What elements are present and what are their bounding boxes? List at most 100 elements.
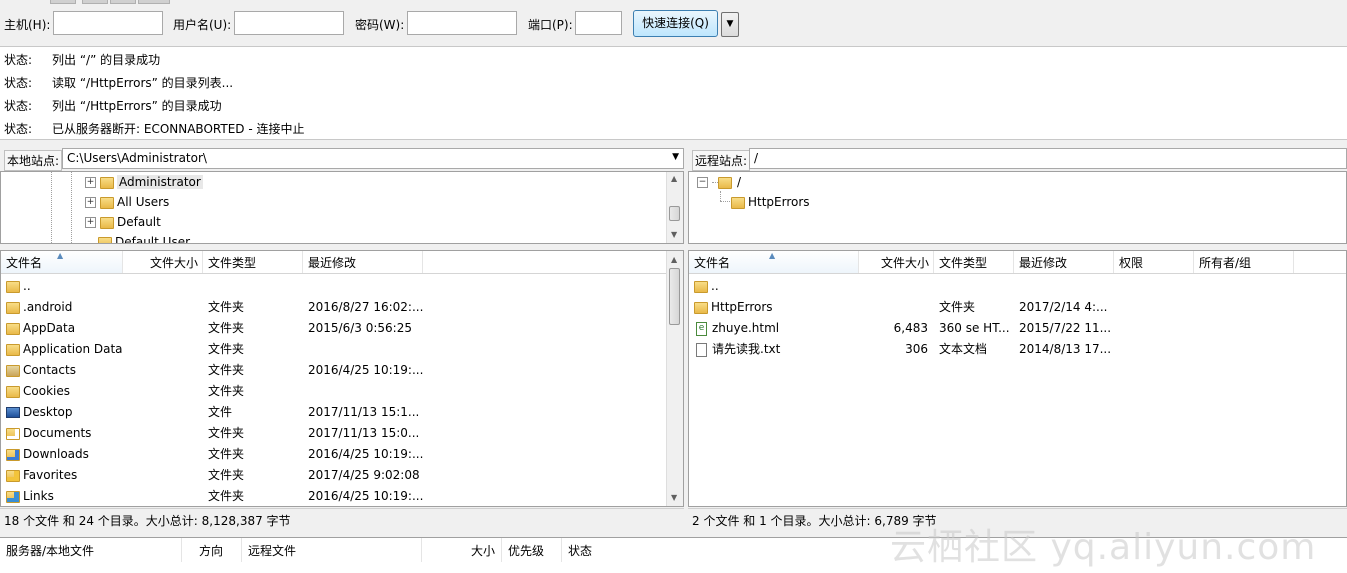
column-header-filesize[interactable]: 文件大小	[859, 251, 934, 273]
chevron-down-icon: ▼	[726, 19, 734, 29]
file-modified-cell: 2017/2/14 4:...	[1019, 300, 1108, 314]
message-log[interactable]: 状态: 列出 “/” 的目录成功 状态: 读取 “/HttpErrors” 的目录列…	[0, 47, 1347, 140]
tree-item[interactable]: + All Users	[85, 193, 169, 211]
queue-header-status[interactable]: 状态	[562, 538, 682, 562]
tree-item[interactable]: − /	[697, 173, 743, 191]
local-site-path-combo[interactable]: C:\Users\Administrator\ ▼	[62, 148, 684, 169]
column-header-filetype[interactable]: 文件类型	[934, 251, 1014, 273]
remote-tree[interactable]: − / HttpErrors	[688, 171, 1347, 244]
file-row[interactable]: 请先读我.txt 306 文本文档 2014/8/13 17...	[689, 339, 1346, 360]
quickconnect-button[interactable]: 快速连接(Q)	[633, 10, 718, 37]
folder-icon	[6, 322, 20, 335]
tree-item[interactable]: HttpErrors	[731, 193, 810, 211]
column-header-filename[interactable]: 文件名 ▲	[1, 251, 123, 273]
file-row[interactable]: Application Data 文件夹	[1, 339, 683, 360]
file-modified-cell: 2016/4/25 10:19:...	[308, 489, 423, 503]
links-folder-icon	[6, 490, 20, 503]
scroll-down-icon[interactable]: ▼	[671, 493, 677, 502]
port-input[interactable]	[575, 11, 622, 35]
scroll-up-icon[interactable]: ▲	[671, 174, 677, 183]
file-modified-cell: 2016/4/25 10:19:...	[308, 363, 423, 377]
quickconnect-dropdown-button[interactable]: ▼	[721, 12, 739, 37]
file-type-cell: 文件夹	[208, 489, 245, 503]
toolbar-tab-3[interactable]	[110, 0, 136, 4]
column-header-filetype[interactable]: 文件类型	[203, 251, 303, 273]
expand-icon[interactable]: +	[85, 197, 96, 208]
column-header-modified[interactable]: 最近修改	[303, 251, 423, 273]
file-size-cell: 306	[905, 342, 928, 356]
remote-file-list[interactable]: 文件名 ▲ 文件大小 文件类型 最近修改 权限 所有者/组 .. HttpError…	[688, 250, 1347, 507]
column-header-owner-group[interactable]: 所有者/组	[1194, 251, 1294, 273]
html-file-icon: e	[696, 321, 707, 336]
toolbar-tab-1[interactable]	[50, 0, 76, 4]
username-input[interactable]	[234, 11, 344, 35]
file-modified-cell: 2016/4/25 10:19:...	[308, 447, 423, 461]
chevron-down-icon[interactable]: ▼	[672, 152, 679, 162]
file-row[interactable]: HttpErrors 文件夹 2017/2/14 4:...	[689, 297, 1346, 318]
file-row[interactable]: .android 文件夹 2016/8/27 16:02:...	[1, 297, 683, 318]
file-type-cell: 360 se HT...	[939, 321, 1010, 335]
file-modified-cell: 2014/8/13 17...	[1019, 342, 1112, 356]
toolbar-tab-2[interactable]	[82, 0, 108, 4]
tree-item[interactable]: + Default	[85, 213, 161, 231]
scroll-down-icon[interactable]: ▼	[671, 230, 677, 239]
file-row[interactable]: e zhuye.html 6,483 360 se HT... 2015/7/22 11…	[689, 318, 1346, 339]
file-row[interactable]: Downloads 文件夹 2016/4/25 10:19:...	[1, 444, 683, 465]
downloads-folder-icon	[6, 448, 20, 461]
log-line: 状态: 读取 “/HttpErrors” 的目录列表...	[4, 74, 233, 91]
password-input[interactable]	[407, 11, 517, 35]
column-header-filesize[interactable]: 文件大小	[123, 251, 203, 273]
scroll-up-icon[interactable]: ▲	[671, 255, 677, 264]
favorites-folder-icon	[6, 469, 20, 482]
file-type-cell: 文件夹	[208, 426, 245, 440]
tree-item-label: All Users	[117, 195, 170, 209]
file-row[interactable]: Desktop 文件 2017/11/13 15:1...	[1, 402, 683, 423]
column-header-filename[interactable]: 文件名 ▲	[689, 251, 859, 273]
queue-header-priority[interactable]: 优先级	[502, 538, 562, 562]
folder-icon	[100, 196, 114, 209]
expand-icon[interactable]: +	[85, 217, 96, 228]
local-tree-scrollbar[interactable]: ▲ ▼	[666, 172, 683, 243]
queue-header-remote-file[interactable]: 远程文件	[242, 538, 422, 562]
file-name: Downloads	[23, 447, 89, 461]
log-status-label: 状态:	[4, 53, 33, 67]
queue-header-server-local-file[interactable]: 服务器/本地文件	[0, 538, 182, 562]
toolbar-tab-4[interactable]	[138, 0, 170, 4]
file-row[interactable]: Documents 文件夹 2017/11/13 15:0...	[1, 423, 683, 444]
file-modified-cell: 2017/4/25 9:02:08	[308, 468, 420, 482]
queue-header-size[interactable]: 大小	[422, 538, 502, 562]
file-name: Documents	[23, 426, 92, 440]
tree-item-label: Default User	[115, 235, 191, 244]
column-header-permissions[interactable]: 权限	[1114, 251, 1194, 273]
file-name-cell: ..	[694, 276, 859, 297]
local-site-bar: 本地站点: C:\Users\Administrator\ ▼	[0, 146, 684, 171]
local-file-list[interactable]: 文件名 ▲ 文件大小 文件类型 最近修改 .. .android 文件夹 2016/8/…	[0, 250, 684, 507]
expand-icon[interactable]: +	[85, 177, 96, 188]
file-row[interactable]: Links 文件夹 2016/4/25 10:19:...	[1, 486, 683, 506]
file-row[interactable]: ..	[1, 276, 683, 297]
tree-item[interactable]: + Administrator	[85, 173, 203, 191]
file-name: AppData	[23, 321, 76, 335]
remote-site-path: /	[754, 151, 759, 165]
file-row[interactable]: ..	[689, 276, 1346, 297]
file-row[interactable]: Cookies 文件夹	[1, 381, 683, 402]
file-type-cell: 文件夹	[208, 300, 245, 314]
collapse-icon[interactable]: −	[697, 177, 708, 188]
queue-header-direction[interactable]: 方向	[182, 538, 242, 562]
local-tree[interactable]: + Administrator + All Users + Default Defau…	[0, 171, 684, 244]
file-name-cell: Contacts	[6, 360, 186, 381]
scroll-thumb[interactable]	[669, 268, 680, 325]
file-name: 请先读我.txt	[712, 342, 781, 356]
file-row[interactable]: Favorites 文件夹 2017/4/25 9:02:08	[1, 465, 683, 486]
file-row[interactable]: Contacts 文件夹 2016/4/25 10:19:...	[1, 360, 683, 381]
file-name: Application Data	[23, 342, 123, 356]
scroll-thumb[interactable]	[669, 206, 680, 221]
host-input[interactable]	[53, 11, 163, 35]
remote-site-path-input[interactable]: /	[749, 148, 1347, 169]
file-row[interactable]: AppData 文件夹 2015/6/3 0:56:25	[1, 318, 683, 339]
column-header-modified[interactable]: 最近修改	[1014, 251, 1114, 273]
folder-icon	[6, 280, 20, 293]
folder-icon	[718, 176, 732, 189]
local-file-list-scrollbar[interactable]: ▲ ▼	[666, 251, 683, 506]
tree-item[interactable]: Default User	[98, 233, 191, 244]
